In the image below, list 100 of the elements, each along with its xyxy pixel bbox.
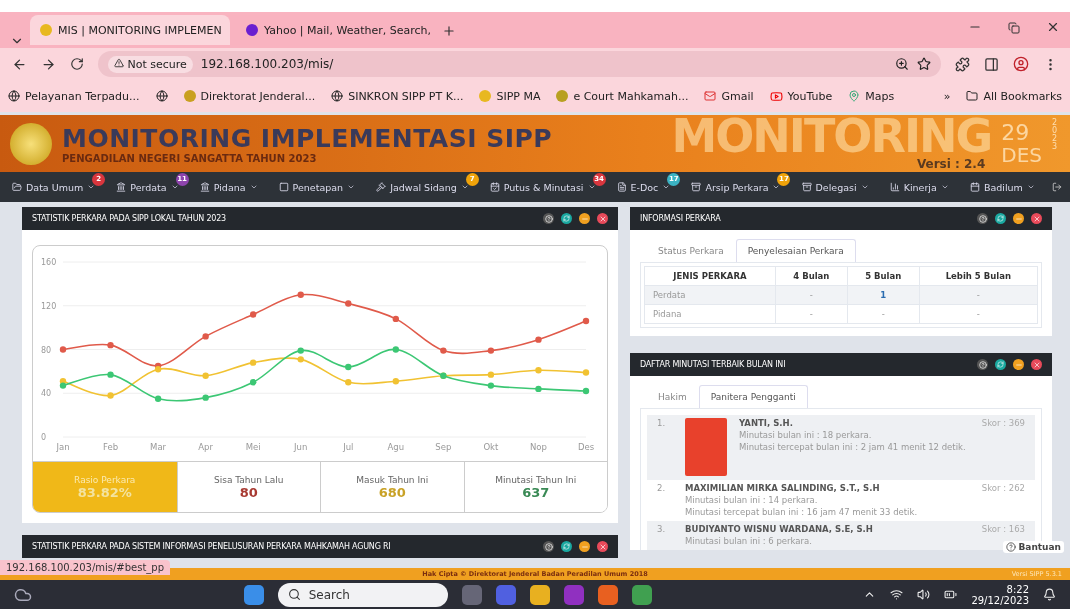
minimize-icon[interactable] xyxy=(1013,213,1024,224)
side-panel-icon[interactable] xyxy=(984,56,999,72)
axis-tick-label: 120 xyxy=(41,301,57,311)
reload-icon[interactable] xyxy=(70,57,84,71)
folder-icon xyxy=(966,90,979,102)
globe-icon xyxy=(331,90,344,102)
help-icon[interactable] xyxy=(543,213,554,224)
logout-icon[interactable] xyxy=(1051,182,1062,192)
bookmark[interactable]: YouTube xyxy=(769,89,833,103)
start-icon[interactable] xyxy=(243,584,264,605)
clock-time[interactable]: 8:22 xyxy=(1006,583,1029,595)
restore-icon[interactable] xyxy=(1008,22,1020,34)
tab-favicon-icon xyxy=(40,24,52,36)
nav-menu-item[interactable]: Penetapan xyxy=(274,181,360,193)
data-point xyxy=(250,379,257,386)
address-bar[interactable]: Not secure 192.168.100.203/mis/ xyxy=(98,51,941,77)
folder-icon[interactable] xyxy=(529,584,550,605)
url-text: 192.168.100.203/mis/ xyxy=(200,57,335,71)
bookmark[interactable]: e Court Mahkamah... xyxy=(556,89,689,103)
browser-icon[interactable] xyxy=(631,584,652,605)
zoom-icon[interactable] xyxy=(895,57,909,71)
browser-icon[interactable] xyxy=(597,584,618,605)
profile-avatar[interactable] xyxy=(1013,56,1029,72)
help-icon[interactable] xyxy=(977,213,988,224)
volume-icon[interactable] xyxy=(917,588,931,601)
date-month: DES xyxy=(1001,143,1042,166)
clock-date[interactable]: 29/12/2023 xyxy=(971,594,1029,606)
app-icon[interactable] xyxy=(495,584,516,605)
help-icon[interactable] xyxy=(977,359,988,370)
video-icon xyxy=(769,89,783,103)
nav-menu-item[interactable]: Badilum xyxy=(965,181,1039,193)
entry-detail: Minutasi bulan ini : 6 perkara. xyxy=(685,536,813,546)
security-chip[interactable]: Not secure xyxy=(108,55,193,73)
data-point xyxy=(107,392,114,399)
data-point xyxy=(297,356,304,363)
bookmark[interactable]: Gmail xyxy=(704,89,754,103)
back-icon[interactable] xyxy=(12,56,27,72)
axis-tick-label: Jan xyxy=(56,442,70,452)
caret-icon xyxy=(170,183,179,191)
column-header: 5 Bulan xyxy=(847,266,920,286)
bookmark[interactable]: SIPP MA xyxy=(479,89,541,103)
browser-tab[interactable]: MIS | MONITORING IMPLEMEN xyxy=(30,15,230,45)
version-label: Versi : 2.4 xyxy=(916,157,986,171)
minimize-icon[interactable] xyxy=(579,541,590,552)
battery-icon[interactable] xyxy=(944,588,958,601)
bookmark[interactable]: Direktorat Jenderal... xyxy=(183,89,316,103)
axis-tick-label: Okt xyxy=(483,442,499,452)
help-icon[interactable] xyxy=(543,541,554,552)
caret-icon xyxy=(940,183,949,191)
close-icon[interactable] xyxy=(597,541,608,552)
new-tab-icon[interactable] xyxy=(442,24,456,38)
close-icon[interactable] xyxy=(1046,20,1060,34)
close-icon[interactable] xyxy=(1031,213,1042,224)
app-subtitle: PENGADILAN NEGERI SANGATTA TAHUN 2023 xyxy=(62,152,318,164)
all-bookmarks[interactable]: All Bookmarks xyxy=(966,89,1062,103)
bookmark[interactable] xyxy=(155,90,168,102)
tab[interactable]: Penyelesaian Perkara xyxy=(735,239,856,262)
close-icon[interactable] xyxy=(597,213,608,224)
nav-menu-item[interactable]: Pidana xyxy=(195,181,262,193)
tile-value: 637 xyxy=(522,484,550,500)
forward-icon[interactable] xyxy=(41,56,56,72)
bookmarks-overflow[interactable]: » xyxy=(943,89,951,103)
refresh-icon[interactable] xyxy=(561,541,572,552)
bookmark-star-icon[interactable] xyxy=(917,57,931,71)
data-point xyxy=(487,347,495,354)
bookmark[interactable]: SINKRON SIPP PT K... xyxy=(331,89,464,103)
bookmark[interactable]: Maps xyxy=(848,89,895,103)
wifi-icon[interactable] xyxy=(890,588,904,601)
bookmark[interactable]: Pelayanan Terpadu... xyxy=(8,89,140,103)
person-name: BUDIYANTO WISNU WARDANA, S.E, S.H xyxy=(685,524,874,534)
caret-icon xyxy=(460,183,469,191)
data-point xyxy=(582,387,590,395)
data-point xyxy=(107,341,114,349)
tile-label: Minutasi Tahun Ini xyxy=(495,474,577,485)
nav-menu-item[interactable]: Delegasi xyxy=(797,181,873,193)
tab[interactable]: Panitera Pengganti xyxy=(698,385,808,408)
minimize-icon[interactable] xyxy=(579,213,590,224)
extensions-icon[interactable] xyxy=(955,56,970,72)
axis-tick-label: Feb xyxy=(103,442,119,452)
close-icon[interactable] xyxy=(1031,359,1042,370)
search-field[interactable]: Search xyxy=(277,582,448,607)
task-view-icon[interactable] xyxy=(461,584,482,605)
data-point xyxy=(250,359,257,366)
globe-icon xyxy=(155,90,168,102)
data-point xyxy=(487,382,495,389)
archive-icon xyxy=(691,182,702,192)
notification-icon[interactable] xyxy=(1043,588,1056,601)
refresh-icon[interactable] xyxy=(995,213,1006,224)
refresh-icon[interactable] xyxy=(995,359,1006,370)
help-button[interactable]: Bantuan xyxy=(1003,541,1064,553)
axis-tick-label: 0 xyxy=(41,433,47,442)
caret-icon xyxy=(1026,183,1035,191)
browser-tab[interactable]: Yahoo | Mail, Weather, Search, xyxy=(236,15,436,45)
favicon-icon xyxy=(479,90,492,102)
globe-icon xyxy=(8,90,20,102)
column-header: Lebih 5 Bulan xyxy=(919,266,1038,286)
minimize-icon[interactable] xyxy=(1013,359,1024,370)
data-point xyxy=(107,371,114,378)
refresh-icon[interactable] xyxy=(561,213,572,224)
nav-menu-item[interactable]: Kinerja xyxy=(885,181,953,193)
